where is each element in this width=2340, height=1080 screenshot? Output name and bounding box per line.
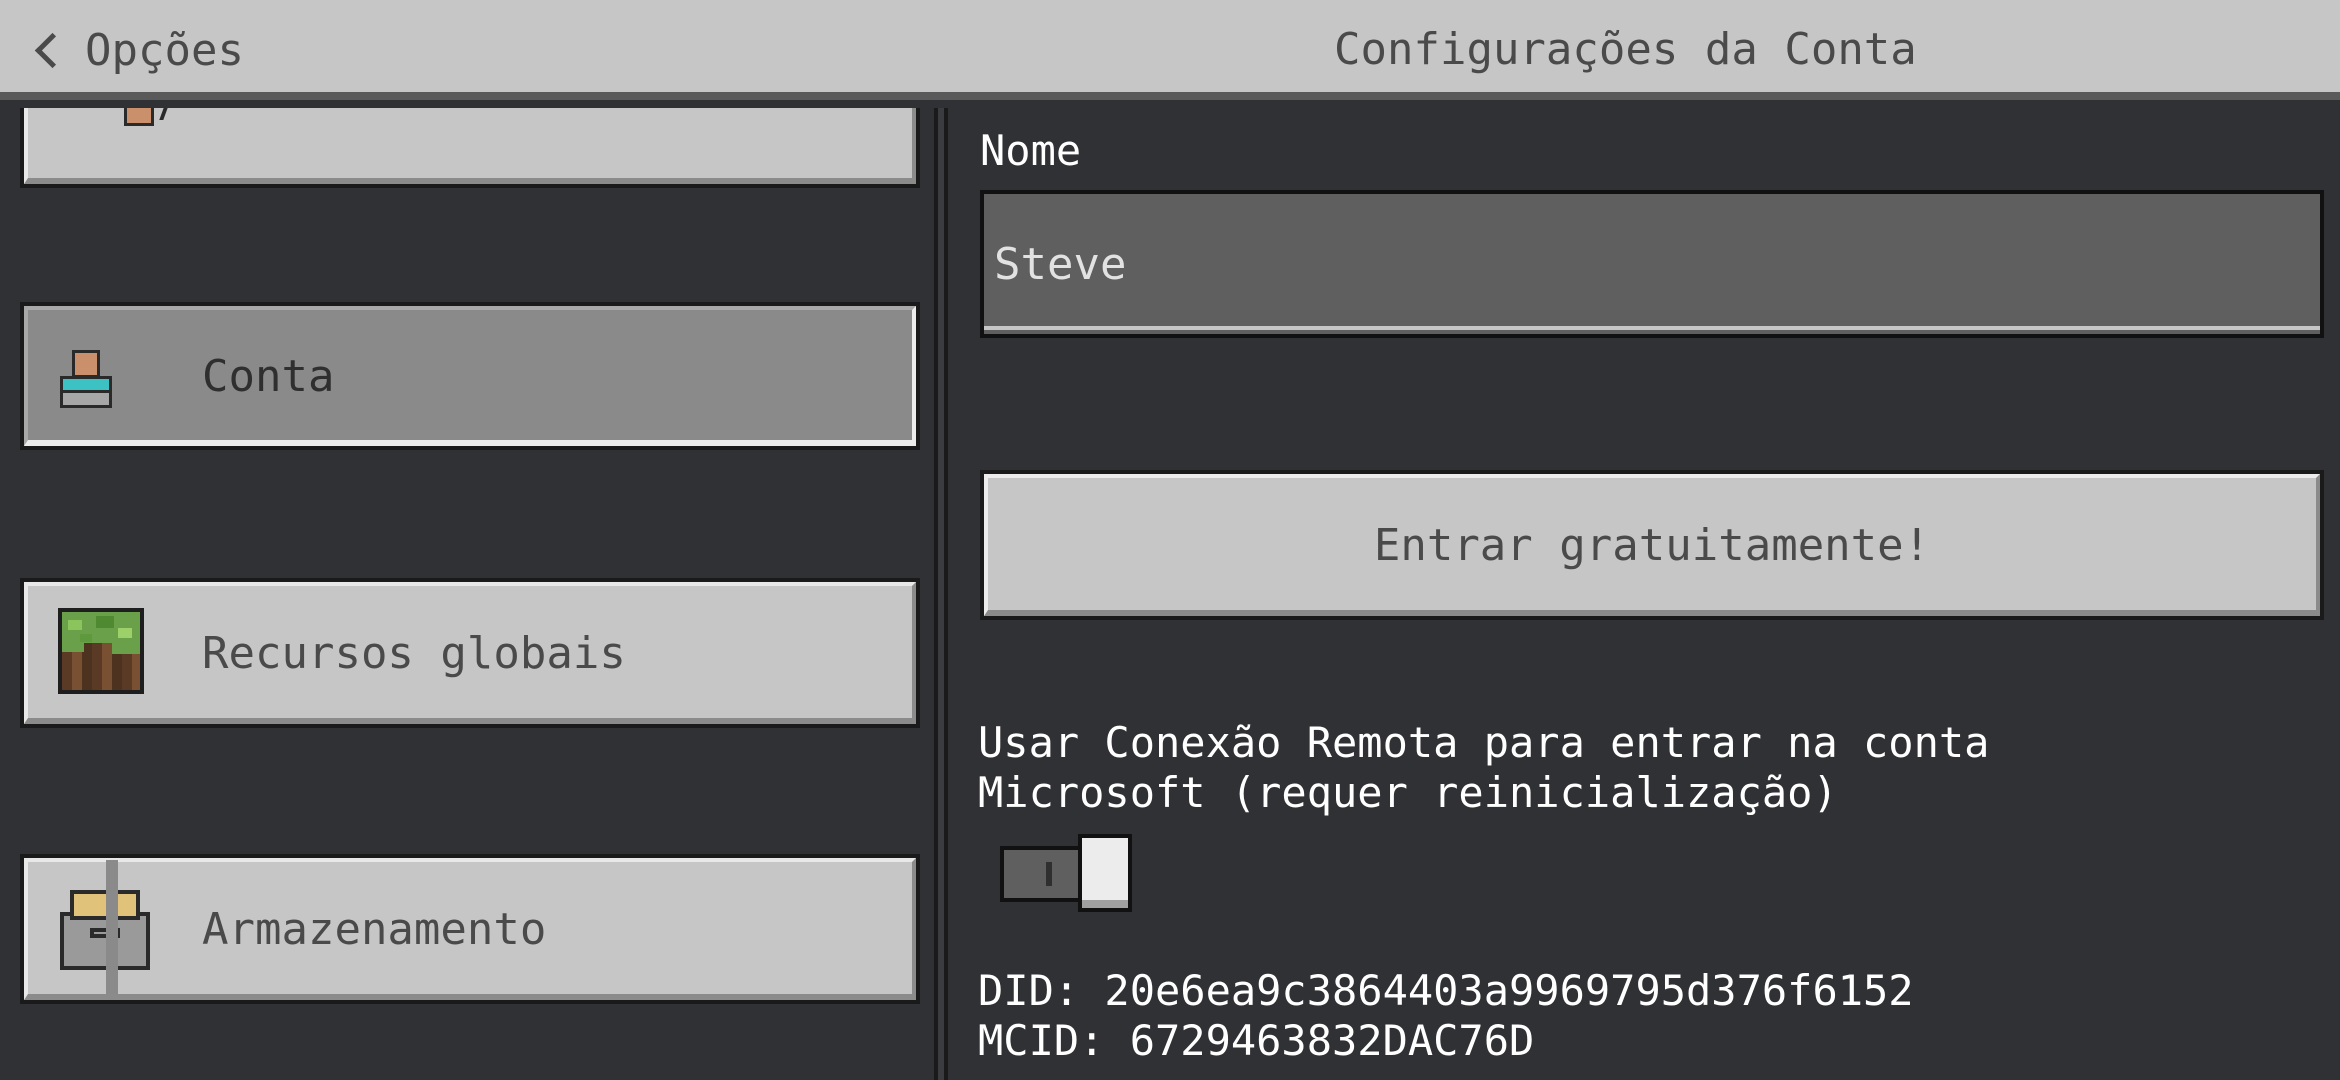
remote-connect-label-line1: Usar Conexão Remota para entrar na conta xyxy=(978,718,1990,767)
sidebar-item-label: Armazenamento xyxy=(202,903,547,955)
sidebar-item-global-resources[interactable]: Recursos globais xyxy=(20,578,920,728)
sidebar-item-storage[interactable]: Armazenamento xyxy=(20,854,920,1004)
sidebar-item-audio[interactable] xyxy=(20,108,920,188)
toggle-knob xyxy=(1078,834,1132,912)
sign-in-free-button-label: Entrar gratuitamente! xyxy=(1373,519,1931,571)
remote-connect-label-line2: Microsoft (requer reinicialização) xyxy=(978,768,1838,817)
sign-in-free-button[interactable]: Entrar gratuitamente! xyxy=(980,470,2324,620)
back-button-label: Opções xyxy=(85,24,244,76)
storage-icon xyxy=(60,890,150,970)
grass-block-icon xyxy=(58,608,144,694)
back-button[interactable]: Opções xyxy=(30,18,244,82)
sidebar-item-account[interactable]: Conta xyxy=(20,302,920,450)
top-bar: Opções Configurações da Conta xyxy=(0,0,2340,100)
remote-connect-toggle[interactable] xyxy=(1000,834,1132,912)
sidebar-scrollbar[interactable] xyxy=(106,860,118,994)
mcid-text: MCID: 6729463832DAC76D xyxy=(978,1016,1535,1065)
panel-divider-inner xyxy=(938,108,944,1080)
page-title: Configurações da Conta xyxy=(1334,24,1917,75)
name-label: Nome xyxy=(980,126,1082,175)
sidebar-item-label: Conta xyxy=(202,350,335,402)
sidebar-item-label: Recursos globais xyxy=(202,627,626,679)
account-icon xyxy=(60,350,112,410)
did-text: DID: 20e6ea9c3864403a9969795d376f6152 xyxy=(978,966,1914,1015)
sidebar[interactable]: Conta Recursos globais Armazenamento xyxy=(0,108,934,1080)
account-settings-panel: Nome Entrar gratuitamente! Usar Conexão … xyxy=(948,108,2340,1080)
speaker-icon xyxy=(124,108,174,134)
name-input[interactable] xyxy=(980,190,2324,338)
chevron-left-icon xyxy=(34,32,71,68)
